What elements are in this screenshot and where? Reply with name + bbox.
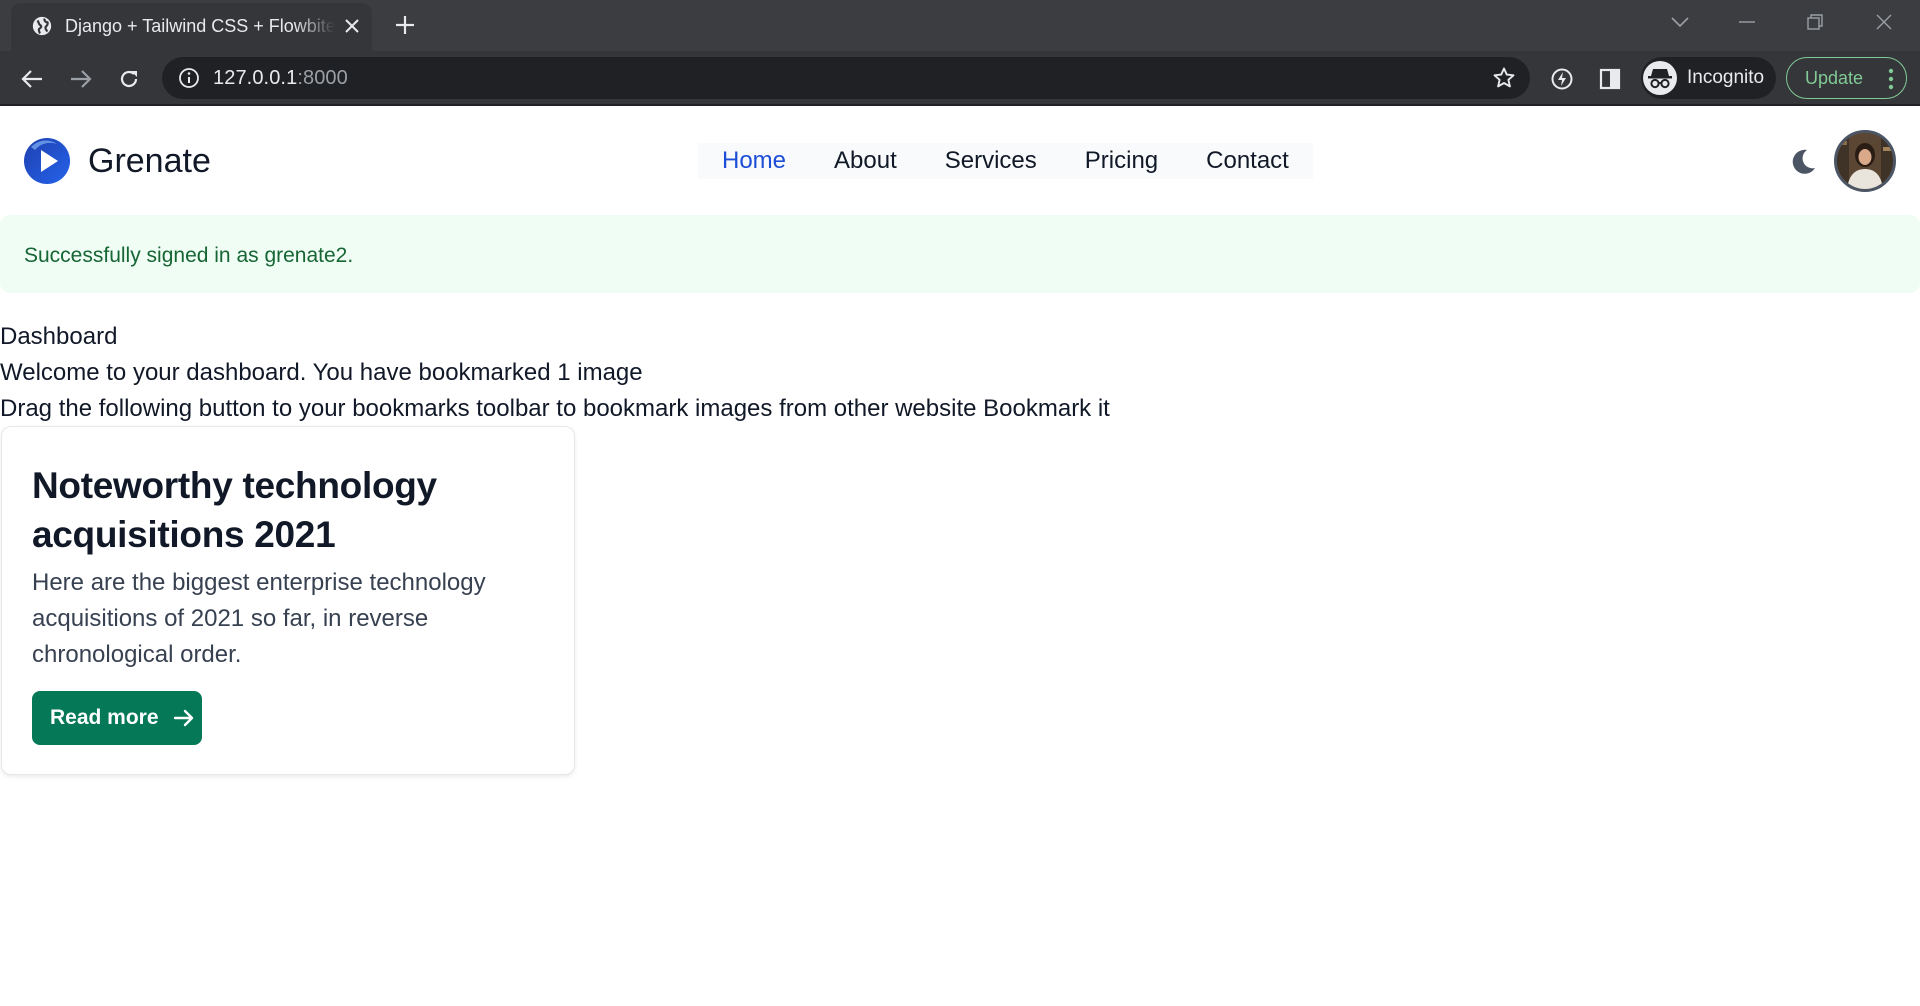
reload-icon [120,70,138,88]
card-description: Here are the biggest enterprise technolo… [32,569,486,668]
restore-button[interactable] [1797,8,1833,36]
restore-icon [1807,14,1823,30]
brand-logo-icon[interactable] [23,137,71,185]
plus-icon [396,16,414,34]
chevron-down-icon [1671,17,1689,28]
globe-icon [32,16,52,36]
read-more-label: Read more [50,706,159,729]
forward-button[interactable] [67,65,95,93]
dashboard-welcome: Welcome to your dashboard. You have book… [0,359,643,386]
dashboard-heading: Dashboard [0,323,118,350]
minimize-button[interactable] [1729,8,1765,36]
avatar-photo [1837,133,1893,189]
url-text[interactable]: 127.0.0.1:8000 [213,67,348,90]
url-host: 127.0.0.1 [213,67,298,89]
incognito-label: Incognito [1687,67,1765,88]
nav-services[interactable]: Services [921,143,1061,179]
main-nav: Home About Services Pricing Contact [698,143,1313,179]
reload-button[interactable] [115,65,143,93]
success-alert: Successfully signed in as grenate2. [0,215,1920,293]
update-label: Update [1805,68,1864,88]
article-card: Noteworthy technology acquisitions 2021 … [1,426,575,775]
nav-about[interactable]: About [810,143,921,179]
nav-pricing[interactable]: Pricing [1061,143,1182,179]
incognito-icon [1643,61,1677,95]
tab-close-icon[interactable] [341,15,363,37]
new-tab-button[interactable] [392,12,418,38]
arrow-right-icon [71,70,92,88]
back-button[interactable] [18,65,46,93]
moon-icon[interactable] [1788,147,1818,177]
speed-icon [1551,68,1573,90]
browser-tab-strip: Django + Tailwind CSS + Flowbite [0,0,1920,51]
info-icon[interactable] [178,67,200,89]
browser-toolbar: 127.0.0.1:8000 Incognito Update [0,51,1920,106]
incognito-profile-button[interactable]: Incognito [1641,57,1776,99]
address-bar[interactable]: 127.0.0.1:8000 [162,57,1530,99]
arrow-left-icon [21,70,42,88]
card-title: Noteworthy technology acquisitions 2021 [32,465,437,555]
side-panel-button[interactable] [1596,65,1624,93]
update-button[interactable]: Update [1786,57,1907,99]
star-icon[interactable] [1492,66,1516,90]
more-vert-icon [1888,68,1894,90]
side-panel-icon [1599,68,1621,90]
alert-message: Successfully signed in as grenate2. [24,244,354,267]
arrow-right-icon [173,709,193,727]
url-port: :8000 [297,67,348,89]
close-window-button[interactable] [1866,8,1902,36]
browser-tab[interactable]: Django + Tailwind CSS + Flowbite [11,3,372,51]
bookmarklet-instruction: Drag the following button to your bookma… [0,395,1110,422]
tab-title: Django + Tailwind CSS + Flowbite [65,16,335,36]
minimize-icon [1739,21,1755,23]
close-icon [1876,14,1892,30]
nav-home[interactable]: Home [698,143,810,179]
performance-button[interactable] [1548,65,1576,93]
user-avatar[interactable] [1834,130,1896,192]
tab-search-button[interactable] [1662,8,1698,36]
nav-contact[interactable]: Contact [1182,143,1313,179]
brand-name[interactable]: Grenate [88,142,211,181]
read-more-button[interactable]: Read more [32,691,202,745]
